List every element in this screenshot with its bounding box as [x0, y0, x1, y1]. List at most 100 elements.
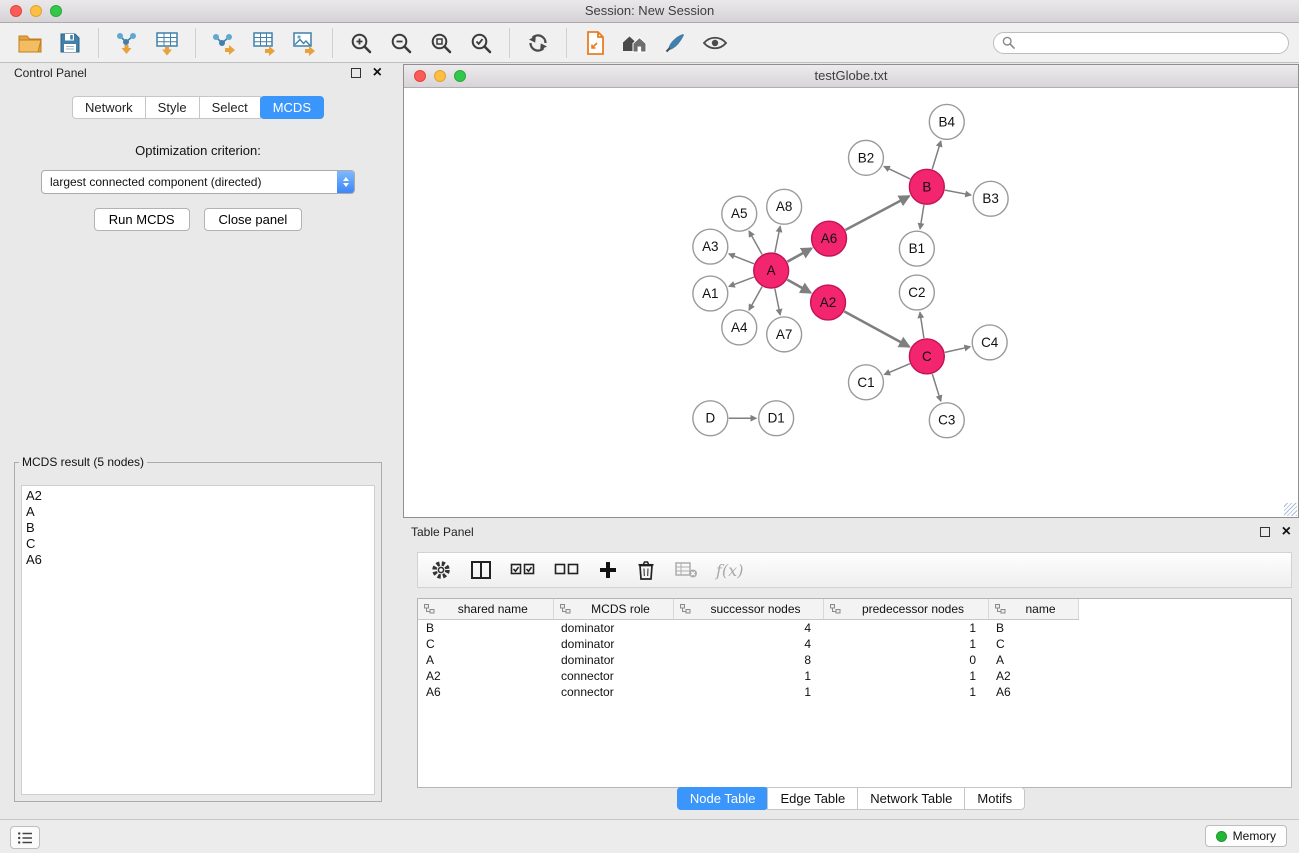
zoom-out-button[interactable] — [381, 26, 421, 60]
open-file-button[interactable] — [10, 26, 50, 60]
tab-edge-table[interactable]: Edge Table — [767, 787, 858, 810]
table-row[interactable]: Adominator80A — [418, 652, 1078, 668]
graph-node-A6[interactable]: A6 — [812, 221, 847, 256]
graph-node-C3[interactable]: C3 — [929, 403, 964, 438]
float-panel-icon[interactable] — [351, 68, 361, 78]
graph-edge-A-A5[interactable] — [749, 231, 762, 254]
export-network-button[interactable] — [204, 26, 244, 60]
home-button[interactable] — [615, 26, 655, 60]
graph-edge-A-A4[interactable] — [749, 287, 762, 310]
graph-node-B[interactable]: B — [909, 169, 944, 204]
graph-node-C2[interactable]: C2 — [899, 275, 934, 310]
mcds-result-list[interactable]: A2ABCA6 — [21, 485, 375, 795]
table-row[interactable]: Bdominator41B — [418, 619, 1078, 636]
run-mcds-button[interactable]: Run MCDS — [94, 208, 190, 231]
function-builder-button[interactable]: f(x) — [716, 561, 743, 580]
graph-node-C4[interactable]: C4 — [972, 325, 1007, 360]
network-canvas[interactable]: B4 B2 B B3 A5 A8 A6 A3 B1 A C2 A1 A2 A4 A7 C4 C C1 D D1 C3 — [404, 88, 1298, 517]
close-table-panel-icon[interactable]: × — [1282, 524, 1291, 540]
column-header-predecessor-nodes[interactable]: predecessor nodes — [823, 599, 988, 619]
graph-node-A[interactable]: A — [754, 253, 789, 288]
network-minimize-button[interactable] — [434, 70, 446, 82]
graph-edge-B-B3[interactable] — [945, 190, 971, 195]
column-header-successor-nodes[interactable]: successor nodes — [673, 599, 823, 619]
graph-edge-A-A8[interactable] — [775, 226, 780, 252]
show-columns-button[interactable] — [470, 560, 492, 580]
tab-style[interactable]: Style — [145, 96, 200, 119]
graph-node-A1[interactable]: A1 — [693, 276, 728, 311]
column-header-name[interactable]: name — [988, 599, 1078, 619]
graph-edge-A-A3[interactable] — [729, 254, 754, 264]
graph-node-B1[interactable]: B1 — [899, 231, 934, 266]
graph-edge-C-C3[interactable] — [932, 374, 940, 401]
column-header-mcds-role[interactable]: MCDS role — [553, 599, 673, 619]
tab-network[interactable]: Network — [72, 96, 146, 119]
graph-edge-C-C4[interactable] — [945, 347, 970, 353]
graph-node-A3[interactable]: A3 — [693, 229, 728, 264]
graph-edge-A-A2[interactable] — [787, 280, 810, 293]
memory-button[interactable]: Memory — [1205, 825, 1287, 847]
graph-node-A5[interactable]: A5 — [722, 196, 757, 231]
optimization-criterion-dropdown[interactable]: largest connected component (directed) — [41, 170, 355, 194]
graph-edge-A-A6[interactable] — [787, 248, 811, 261]
graph-node-A2[interactable]: A2 — [811, 285, 846, 320]
close-window-button[interactable] — [10, 5, 22, 17]
select-all-button[interactable] — [510, 561, 536, 579]
delete-column-button[interactable] — [636, 559, 656, 581]
graph-node-A7[interactable]: A7 — [767, 317, 802, 352]
tab-network-table[interactable]: Network Table — [857, 787, 965, 810]
zoom-in-button[interactable] — [341, 26, 381, 60]
delete-table-button[interactable] — [674, 560, 698, 580]
graph-node-D[interactable]: D — [693, 401, 728, 436]
graph-node-B3[interactable]: B3 — [973, 181, 1008, 216]
network-zoom-button[interactable] — [454, 70, 466, 82]
open-document-button[interactable] — [575, 26, 615, 60]
graph-node-B4[interactable]: B4 — [929, 104, 964, 139]
import-table-button[interactable] — [147, 26, 187, 60]
zoom-window-button[interactable] — [50, 5, 62, 17]
show-hide-details-button[interactable] — [695, 26, 735, 60]
deselect-all-button[interactable] — [554, 561, 580, 579]
graph-edge-B-B2[interactable] — [884, 166, 910, 178]
graph-edge-A-A1[interactable] — [729, 277, 754, 286]
graph-edge-B-B4[interactable] — [932, 141, 941, 169]
table-row[interactable]: A2connector11A2 — [418, 668, 1078, 684]
close-panel-icon[interactable]: × — [373, 65, 382, 81]
table-row[interactable]: A6connector11A6 — [418, 684, 1078, 700]
graph-edge-A2-C[interactable] — [844, 311, 909, 346]
graph-node-D1[interactable]: D1 — [759, 401, 794, 436]
zoom-fit-button[interactable] — [421, 26, 461, 60]
network-close-button[interactable] — [414, 70, 426, 82]
graph-edge-C-C1[interactable] — [884, 364, 910, 375]
task-history-button[interactable] — [10, 826, 40, 849]
graph-edge-C-C2[interactable] — [920, 312, 924, 338]
tab-select[interactable]: Select — [199, 96, 261, 119]
tab-mcds[interactable]: MCDS — [260, 96, 324, 119]
graph-node-A4[interactable]: A4 — [722, 310, 757, 345]
table-row[interactable]: Cdominator41C — [418, 636, 1078, 652]
save-session-button[interactable] — [50, 26, 90, 60]
annotations-button[interactable] — [655, 26, 695, 60]
add-column-button[interactable] — [598, 560, 618, 580]
minimize-window-button[interactable] — [30, 5, 42, 17]
graph-node-C1[interactable]: C1 — [849, 365, 884, 400]
zoom-selected-button[interactable] — [461, 26, 501, 60]
graph-node-C[interactable]: C — [909, 339, 944, 374]
float-table-panel-icon[interactable] — [1260, 527, 1270, 537]
column-header-shared-name[interactable]: shared name — [418, 599, 553, 619]
tab-node-table[interactable]: Node Table — [677, 787, 769, 810]
graph-edge-B-B1[interactable] — [920, 205, 924, 229]
node-table[interactable]: shared nameMCDS rolesuccessor nodesprede… — [417, 598, 1292, 788]
tab-motifs[interactable]: Motifs — [964, 787, 1025, 810]
search-box[interactable] — [993, 32, 1289, 54]
export-table-button[interactable] — [244, 26, 284, 60]
network-canvas-svg[interactable]: B4 B2 B B3 A5 A8 A6 A3 B1 A C2 A1 A2 A4 A7 C4 C C1 D D1 C3 — [404, 88, 1298, 517]
graph-node-B2[interactable]: B2 — [849, 140, 884, 175]
graph-node-A8[interactable]: A8 — [767, 189, 802, 224]
export-image-button[interactable] — [284, 26, 324, 60]
search-input[interactable] — [1021, 34, 1280, 51]
import-network-button[interactable] — [107, 26, 147, 60]
graph-edge-A6-B[interactable] — [845, 196, 909, 230]
table-settings-button[interactable] — [430, 559, 452, 581]
apply-layout-button[interactable] — [518, 26, 558, 60]
